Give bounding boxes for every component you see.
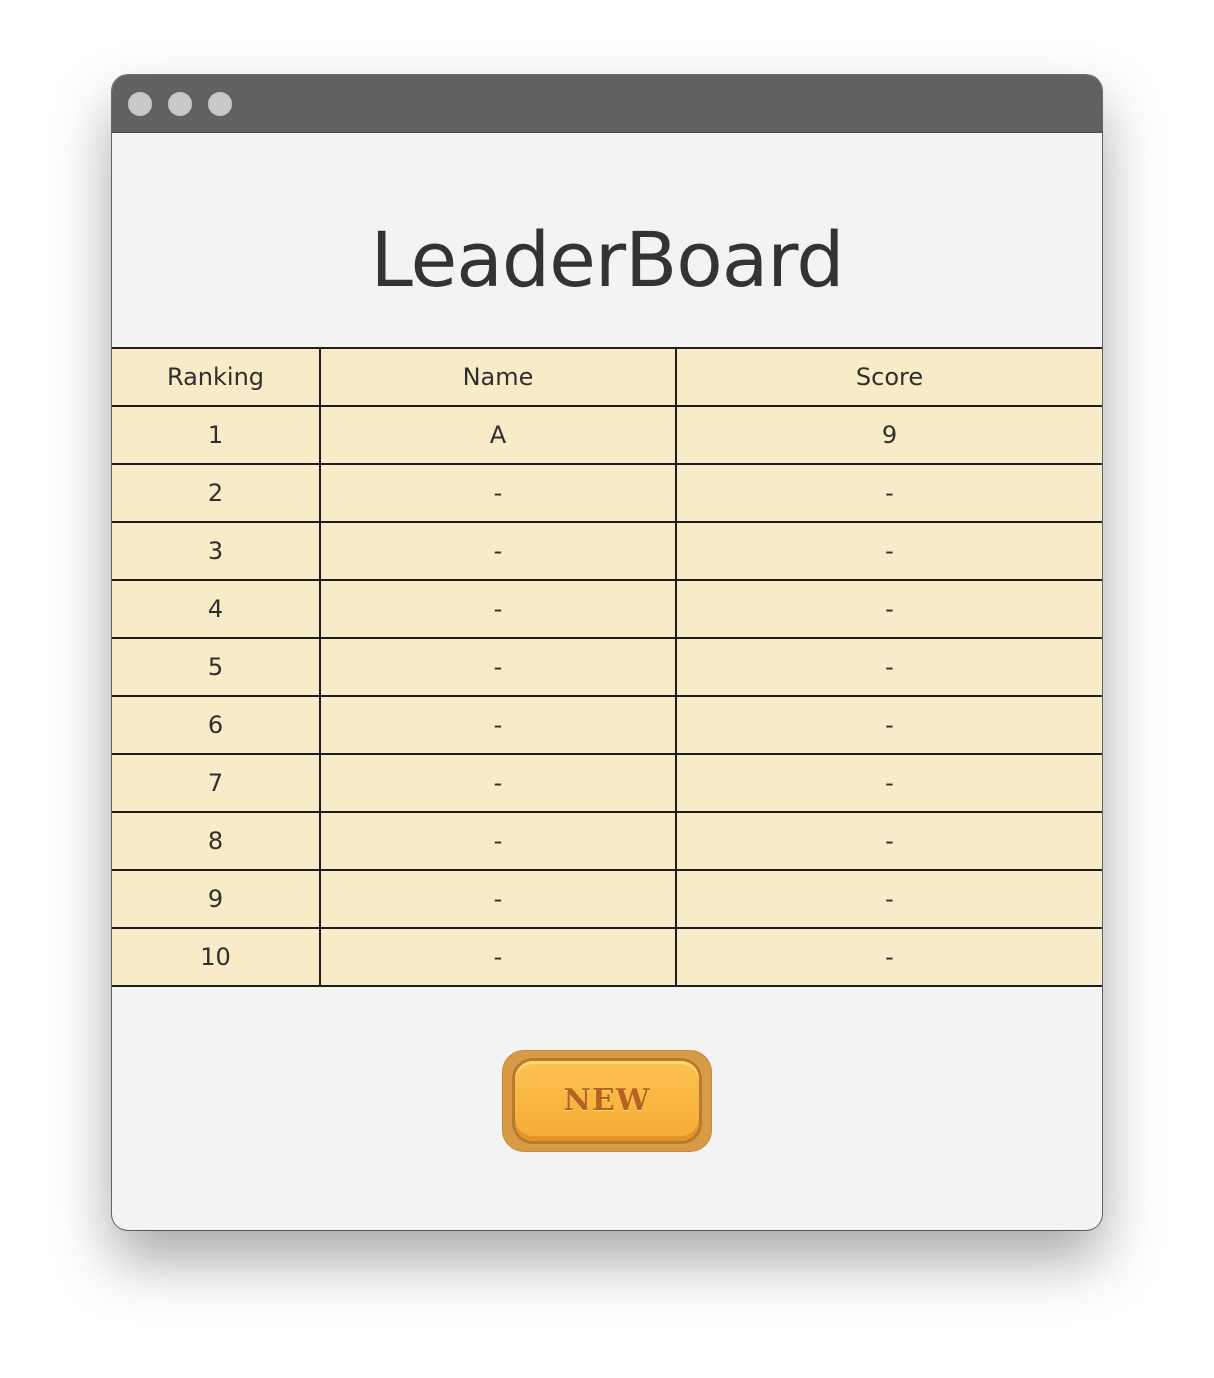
leaderboard-table: Ranking Name Score 1 A 9 2 - - 3 - - 4 -… bbox=[112, 347, 1102, 987]
rank-cell: 5 bbox=[112, 637, 321, 697]
table-header-row: Ranking Name Score bbox=[112, 347, 1102, 407]
score-cell: - bbox=[675, 637, 1102, 697]
header-name: Name bbox=[319, 347, 677, 407]
score-cell: 9 bbox=[675, 405, 1102, 465]
name-cell: - bbox=[319, 811, 677, 871]
name-cell: - bbox=[319, 463, 677, 523]
header-ranking: Ranking bbox=[112, 347, 321, 407]
table-row: 2 - - bbox=[112, 463, 1102, 523]
table-row: 9 - - bbox=[112, 869, 1102, 929]
table-row: 8 - - bbox=[112, 811, 1102, 871]
score-cell: - bbox=[675, 811, 1102, 871]
name-cell: - bbox=[319, 695, 677, 755]
score-cell: - bbox=[675, 579, 1102, 639]
name-cell: - bbox=[319, 637, 677, 697]
header-score: Score bbox=[675, 347, 1102, 407]
zoom-window-button[interactable] bbox=[208, 92, 232, 116]
name-cell: - bbox=[319, 869, 677, 929]
name-cell: - bbox=[319, 521, 677, 581]
rank-cell: 8 bbox=[112, 811, 321, 871]
rank-cell: 10 bbox=[112, 927, 321, 987]
new-game-button[interactable]: NEW bbox=[502, 1050, 712, 1152]
score-cell: - bbox=[675, 463, 1102, 523]
score-cell: - bbox=[675, 695, 1102, 755]
rank-cell: 6 bbox=[112, 695, 321, 755]
score-cell: - bbox=[675, 927, 1102, 987]
table-row: 10 - - bbox=[112, 927, 1102, 987]
rank-cell: 9 bbox=[112, 869, 321, 929]
name-cell: A bbox=[319, 405, 677, 465]
name-cell: - bbox=[319, 753, 677, 813]
score-cell: - bbox=[675, 753, 1102, 813]
table-row: 5 - - bbox=[112, 637, 1102, 697]
rank-cell: 1 bbox=[112, 405, 321, 465]
name-cell: - bbox=[319, 927, 677, 987]
rank-cell: 4 bbox=[112, 579, 321, 639]
leaderboard-window: LeaderBoard Ranking Name Score 1 A 9 2 -… bbox=[112, 75, 1102, 1230]
title-bar[interactable] bbox=[112, 75, 1102, 133]
score-cell: - bbox=[675, 521, 1102, 581]
new-game-button-label: NEW bbox=[563, 1083, 651, 1118]
rank-cell: 7 bbox=[112, 753, 321, 813]
new-game-button-face[interactable]: NEW bbox=[515, 1061, 699, 1141]
table-row: 3 - - bbox=[112, 521, 1102, 581]
score-cell: - bbox=[675, 869, 1102, 929]
table-row: 6 - - bbox=[112, 695, 1102, 755]
table-row: 4 - - bbox=[112, 579, 1102, 639]
table-row: 1 A 9 bbox=[112, 405, 1102, 465]
table-row: 7 - - bbox=[112, 753, 1102, 813]
name-cell: - bbox=[319, 579, 677, 639]
close-window-button[interactable] bbox=[128, 92, 152, 116]
rank-cell: 2 bbox=[112, 463, 321, 523]
page-title: LeaderBoard bbox=[370, 215, 845, 304]
rank-cell: 3 bbox=[112, 521, 321, 581]
minimize-window-button[interactable] bbox=[168, 92, 192, 116]
